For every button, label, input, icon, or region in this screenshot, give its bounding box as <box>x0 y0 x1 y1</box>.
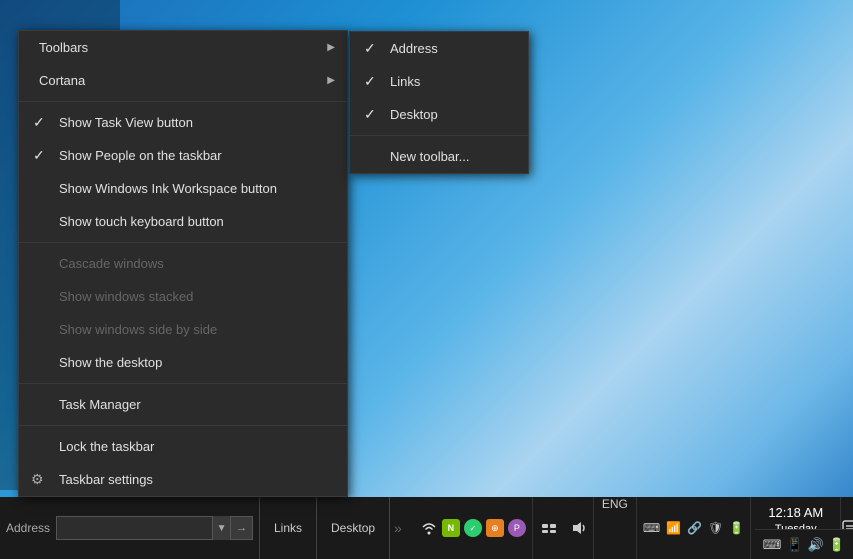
address-input-wrap[interactable]: ▼ <box>56 516 231 540</box>
submenu-divider <box>350 135 528 136</box>
menu-item-task-manager[interactable]: Task Manager <box>19 388 347 421</box>
menu-item-toolbars-label: Toolbars <box>39 40 88 55</box>
menu-item-side-by-side-label: Show windows side by side <box>59 322 217 337</box>
links-toolbar-label: Links <box>274 521 302 535</box>
check-links: ✓ <box>364 73 376 90</box>
wifi-icon[interactable]: 📶 <box>666 521 681 535</box>
menu-item-show-task-view[interactable]: ✓ Show Task View button <box>19 106 347 139</box>
tray-icon-nvidia[interactable]: N <box>442 519 460 537</box>
taskbar-center <box>406 497 414 559</box>
taskbar-volume[interactable] <box>565 497 593 559</box>
system-tray: N ✓ ⊕ P <box>414 497 532 559</box>
tray-volume-icon[interactable]: 🔊 <box>808 537 824 553</box>
submenu-desktop-label: Desktop <box>390 107 438 122</box>
gear-icon: ⚙ <box>31 471 44 488</box>
menu-item-cascade: Cascade windows <box>19 247 347 280</box>
taskbar-context-menu: Toolbars ✓ Address ✓ Links ✓ Desktop New… <box>18 30 348 497</box>
menu-item-cortana[interactable]: Cortana <box>19 64 347 97</box>
menu-item-show-people-label: Show People on the taskbar <box>59 148 222 163</box>
check-address: ✓ <box>364 40 376 57</box>
menu-item-lock-taskbar-label: Lock the taskbar <box>59 439 154 454</box>
submenu-links-label: Links <box>390 74 420 89</box>
keyboard-icon[interactable]: ⌨ <box>643 521 660 535</box>
taskbar: Address ▼ → Links Desktop » N <box>0 497 853 559</box>
menu-item-lock-taskbar[interactable]: Lock the taskbar <box>19 430 347 463</box>
taskbar-extra-icons: ⌨ 📶 🔗 🛡 🔋 <box>637 497 750 559</box>
desktop-toolbar-button[interactable]: Desktop <box>317 497 390 559</box>
submenu-item-desktop[interactable]: ✓ Desktop <box>350 98 528 131</box>
language-label: ENG <box>602 497 628 511</box>
divider-3 <box>19 383 347 384</box>
tray-battery2-icon[interactable]: 🔋 <box>829 537 845 553</box>
menu-item-stacked: Show windows stacked <box>19 280 347 313</box>
tray-icon-app3[interactable]: P <box>508 519 526 537</box>
toolbar-gripper[interactable]: » <box>390 497 406 559</box>
tray-icon-app2[interactable]: ⊕ <box>486 519 504 537</box>
taskview-icon <box>541 520 557 536</box>
divider-2 <box>19 242 347 243</box>
menu-item-show-touch-label: Show touch keyboard button <box>59 214 224 229</box>
shield-icon[interactable]: 🛡 <box>708 521 723 535</box>
menu-item-cortana-label: Cortana <box>39 73 85 88</box>
address-go-button[interactable]: → <box>231 516 253 540</box>
battery-icon[interactable]: 🔋 <box>729 521 744 535</box>
check-people: ✓ <box>33 147 45 164</box>
language-indicator[interactable]: ENG <box>593 497 637 559</box>
submenu-item-address[interactable]: ✓ Address <box>350 32 528 65</box>
taskbar-toolbar-address: Address ▼ → <box>0 497 260 559</box>
tray-icon-network[interactable] <box>420 519 438 537</box>
menu-item-side-by-side: Show windows side by side <box>19 313 347 346</box>
submenu-new-toolbar-label: New toolbar... <box>390 149 470 164</box>
menu-item-show-ink-label: Show Windows Ink Workspace button <box>59 181 277 196</box>
submenu-item-links[interactable]: ✓ Links <box>350 65 528 98</box>
submenu-address-label: Address <box>390 41 438 56</box>
menu-item-task-manager-label: Task Manager <box>59 397 141 412</box>
menu-item-show-desktop[interactable]: Show the desktop <box>19 346 347 379</box>
tray-tablet-icon[interactable]: 📱 <box>786 537 802 553</box>
link-icon[interactable]: 🔗 <box>687 521 702 535</box>
check-task-view: ✓ <box>33 114 45 131</box>
menu-item-show-ink[interactable]: Show Windows Ink Workspace button <box>19 172 347 205</box>
address-toolbar-label: Address <box>6 521 50 535</box>
menu-item-cascade-label: Cascade windows <box>59 256 164 271</box>
menu-item-show-people[interactable]: ✓ Show People on the taskbar <box>19 139 347 172</box>
divider-1 <box>19 101 347 102</box>
links-toolbar-button[interactable]: Links <box>260 497 317 559</box>
tray-icon-app1[interactable]: ✓ <box>464 519 482 537</box>
menu-item-taskbar-settings[interactable]: ⚙ Taskbar settings <box>19 463 347 496</box>
tray-keyboard-icon[interactable]: ⌨ <box>763 537 782 553</box>
menu-item-show-touch[interactable]: Show touch keyboard button <box>19 205 347 238</box>
menu-item-taskbar-settings-label: Taskbar settings <box>59 472 153 487</box>
toolbars-submenu: ✓ Address ✓ Links ✓ Desktop New toolbar.… <box>349 31 529 174</box>
gripper-symbol: » <box>394 520 402 536</box>
menu-item-show-task-view-label: Show Task View button <box>59 115 193 130</box>
clock-time: 12:18 AM <box>768 505 823 522</box>
check-desktop: ✓ <box>364 106 376 123</box>
submenu-item-new-toolbar[interactable]: New toolbar... <box>350 140 528 173</box>
volume-icon <box>571 520 587 536</box>
address-dropdown-button[interactable]: ▼ <box>212 516 230 540</box>
desktop-toolbar-label: Desktop <box>331 521 375 535</box>
menu-item-toolbars[interactable]: Toolbars ✓ Address ✓ Links ✓ Desktop New… <box>19 31 347 64</box>
address-input[interactable] <box>57 521 212 535</box>
menu-item-show-desktop-label: Show the desktop <box>59 355 162 370</box>
taskbar-taskview[interactable] <box>532 497 565 559</box>
menu-item-stacked-label: Show windows stacked <box>59 289 193 304</box>
divider-4 <box>19 425 347 426</box>
